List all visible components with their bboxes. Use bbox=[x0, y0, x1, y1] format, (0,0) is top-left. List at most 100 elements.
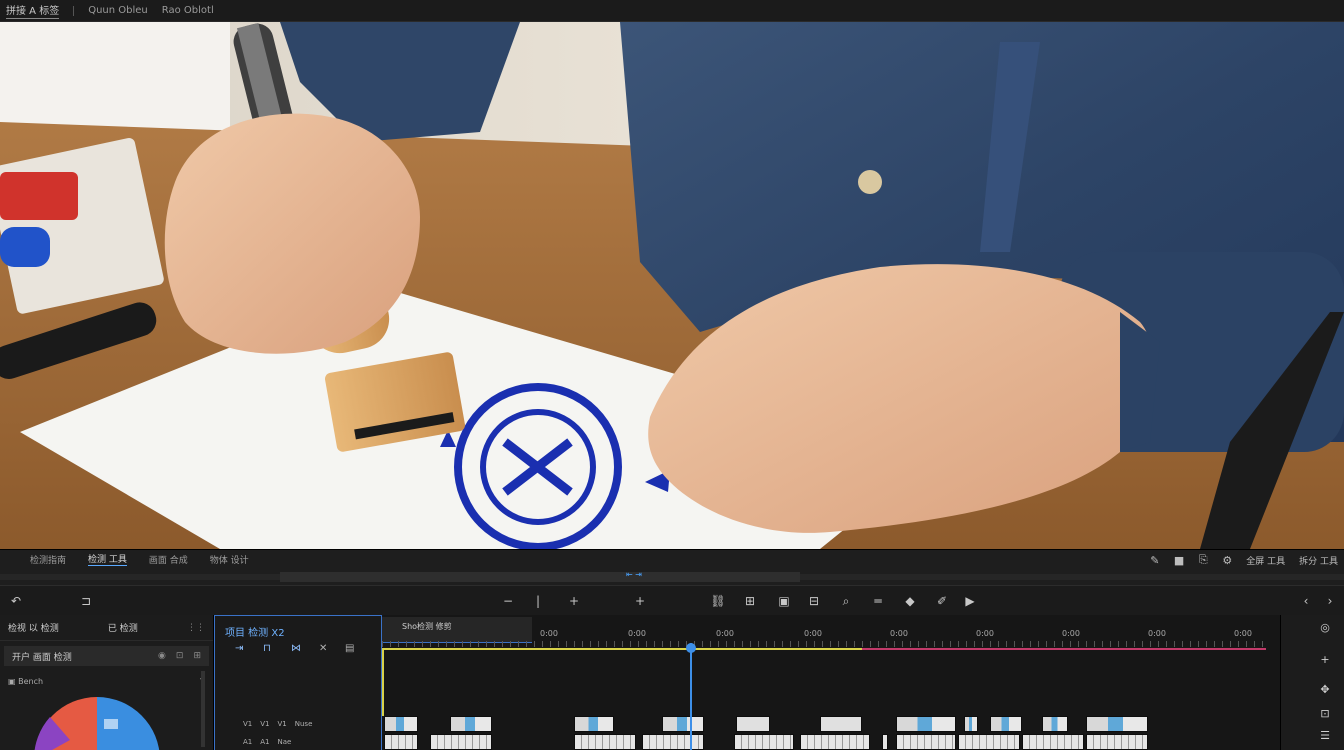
linked-select-icon[interactable]: ⋈ bbox=[291, 643, 301, 654]
video-clip[interactable] bbox=[1086, 716, 1148, 732]
effect-sub-row[interactable]: ▣ Bench ℸ bbox=[0, 672, 213, 690]
timecode-ruler[interactable]: 0:00 0:00 0:00 0:00 0:00 0:00 0:00 0:00 … bbox=[382, 629, 1270, 649]
nav-forward-button[interactable]: › bbox=[1322, 593, 1338, 609]
track1-label-3: V1 bbox=[277, 720, 287, 728]
video-clip[interactable] bbox=[990, 716, 1022, 732]
more-icon[interactable]: ⊞ bbox=[193, 651, 201, 661]
stop-icon[interactable]: ■ bbox=[1174, 554, 1184, 567]
play-icon[interactable]: ▶ bbox=[962, 593, 978, 609]
split-icon[interactable]: ⊞ bbox=[742, 593, 758, 609]
pen-icon[interactable]: ✎ bbox=[1150, 554, 1160, 567]
captions-icon[interactable]: ▤ bbox=[345, 643, 354, 654]
effects-panel: 检视 以 检测 已 检测 ⋮⋮ 开户 画面 检测 ◉ ⊡ ⊞ ▣ Bench ℸ bbox=[0, 615, 214, 750]
audio-clip[interactable] bbox=[642, 734, 704, 750]
undo-icon[interactable]: ↶ bbox=[8, 593, 24, 609]
audio-clip[interactable] bbox=[1022, 734, 1084, 750]
playhead-handle[interactable]: | bbox=[530, 593, 546, 609]
program-monitor[interactable] bbox=[0, 22, 1344, 549]
preview-tab-3[interactable]: 画面 合成 bbox=[149, 553, 188, 566]
add-marker-button[interactable]: + bbox=[632, 593, 648, 609]
timecode-label: 0:00 bbox=[716, 629, 734, 638]
add-icon[interactable]: + bbox=[1317, 653, 1333, 666]
preview-right-tools: ✎ ■ ⎘ ⚙ 全屏 工具 拆分 工具 bbox=[1150, 553, 1338, 567]
audio-track-header[interactable]: A1 A1 Nae bbox=[243, 738, 291, 746]
zoom-icon[interactable]: ⌕ bbox=[838, 593, 854, 609]
video-track-header[interactable]: V1 V1 V1 Nuse bbox=[243, 720, 312, 728]
audio-clip[interactable] bbox=[958, 734, 1020, 750]
pencil-icon[interactable]: ✐ bbox=[934, 593, 950, 609]
record-icon[interactable]: ◎ bbox=[1317, 621, 1333, 634]
video-clip[interactable] bbox=[964, 716, 978, 732]
color-wheel[interactable] bbox=[30, 695, 170, 750]
timeline-title: 项目 检测 X2 bbox=[225, 628, 285, 639]
video-clip[interactable] bbox=[574, 716, 614, 732]
menu-bar: 拼接 A 标签 Quun Obleu Rao Oblotl bbox=[0, 0, 1344, 22]
timecode-label: 0:00 bbox=[804, 629, 822, 638]
audio-clip[interactable] bbox=[1086, 734, 1148, 750]
settings-icon[interactable]: ⚙ bbox=[1222, 554, 1232, 567]
panel-scrollbar[interactable] bbox=[201, 671, 205, 747]
audio-clip[interactable] bbox=[734, 734, 794, 750]
effects-panel-subtitle[interactable]: 已 检测 bbox=[108, 621, 138, 634]
panel-menu-icon[interactable]: ⋮⋮ bbox=[187, 623, 205, 633]
lock-icon[interactable]: ⊡ bbox=[176, 651, 184, 661]
equal-icon[interactable]: ═ bbox=[870, 593, 886, 609]
audio-clip[interactable] bbox=[896, 734, 956, 750]
wrench-icon[interactable]: ✕ bbox=[319, 643, 327, 654]
menu-item-3[interactable]: Rao Oblotl bbox=[162, 5, 214, 16]
trim-icon[interactable]: ⊟ bbox=[806, 593, 822, 609]
snap-toggle-icon[interactable]: ⊓ bbox=[263, 643, 271, 654]
insert-icon[interactable]: ⇥ bbox=[235, 643, 243, 654]
scrub-range[interactable] bbox=[280, 572, 800, 582]
right-tool-panel: ◎ + ✥ ⊡ ☰ bbox=[1280, 615, 1344, 750]
video-editor-app: 拼接 A 标签 Quun Obleu Rao Oblotl 检测指南 检测 工具… bbox=[0, 0, 1344, 750]
video-clip[interactable] bbox=[1042, 716, 1068, 732]
fill-icon[interactable]: ◆ bbox=[902, 593, 918, 609]
timecode-label: 0:00 bbox=[976, 629, 994, 638]
video-clip[interactable] bbox=[662, 716, 704, 732]
effect-sub-label: ▣ Bench bbox=[8, 676, 44, 686]
menu-item-1[interactable]: 拼接 A 标签 bbox=[6, 2, 60, 19]
zoom-in-button[interactable]: + bbox=[566, 593, 582, 609]
fullscreen-tool[interactable]: 全屏 工具 bbox=[1246, 554, 1285, 567]
work-area-bar[interactable] bbox=[382, 648, 862, 650]
preview-tab-1[interactable]: 检测指南 bbox=[30, 553, 66, 566]
list-icon[interactable]: ☰ bbox=[1317, 729, 1333, 742]
audio-clip[interactable] bbox=[800, 734, 870, 750]
preview-tab-2[interactable]: 检测 工具 bbox=[88, 552, 127, 566]
work-area-in-marker[interactable] bbox=[382, 648, 384, 716]
export-icon[interactable]: ⎘ bbox=[1198, 553, 1208, 567]
transport-toolbar: ↶ ⊐ − | + + ⛓ ⊞ ▣ ⊟ ⌕ ═ ◆ ✐ ▶ ‹ › bbox=[0, 585, 1344, 615]
video-clip[interactable] bbox=[384, 716, 418, 732]
playhead[interactable] bbox=[686, 643, 696, 750]
timecode-label: 0:00 bbox=[890, 629, 908, 638]
audio-clip[interactable] bbox=[574, 734, 636, 750]
effect-row[interactable]: 开户 画面 检测 ◉ ⊡ ⊞ bbox=[4, 646, 209, 666]
preview-tab-4[interactable]: 物体 设计 bbox=[210, 553, 249, 566]
marker-icon[interactable]: ▣ bbox=[776, 593, 792, 609]
timecode-label: 0:00 bbox=[628, 629, 646, 638]
zoom-out-button[interactable]: − bbox=[500, 593, 516, 609]
cut-icon[interactable]: ⊡ bbox=[1317, 707, 1333, 720]
work-area-bar-end[interactable] bbox=[862, 648, 1266, 650]
move-icon[interactable]: ✥ bbox=[1317, 683, 1333, 696]
snap-icon[interactable]: ⊐ bbox=[78, 593, 94, 609]
nav-back-button[interactable]: ‹ bbox=[1298, 593, 1314, 609]
audio-clip[interactable] bbox=[882, 734, 888, 750]
video-clip[interactable] bbox=[820, 716, 862, 732]
video-frame bbox=[0, 22, 1344, 549]
visibility-icon[interactable]: ◉ bbox=[158, 651, 166, 661]
video-clip[interactable] bbox=[450, 716, 492, 732]
audio-clip[interactable] bbox=[384, 734, 418, 750]
split-tool[interactable]: 拆分 工具 bbox=[1299, 554, 1338, 567]
scrub-ruler[interactable]: ⇤ ⇥ bbox=[0, 570, 1344, 584]
menu-item-2[interactable]: Quun Obleu bbox=[88, 5, 148, 16]
scrub-marker-icon[interactable]: ⇤ ⇥ bbox=[626, 570, 642, 579]
audio-clip[interactable] bbox=[430, 734, 492, 750]
color-wheel-handle[interactable] bbox=[104, 719, 118, 729]
video-clip[interactable] bbox=[736, 716, 770, 732]
link-icon[interactable]: ⛓ bbox=[710, 593, 726, 609]
track1-label-2: V1 bbox=[260, 720, 270, 728]
effects-panel-title: 检视 以 检测 bbox=[8, 624, 59, 634]
video-clip[interactable] bbox=[896, 716, 956, 732]
